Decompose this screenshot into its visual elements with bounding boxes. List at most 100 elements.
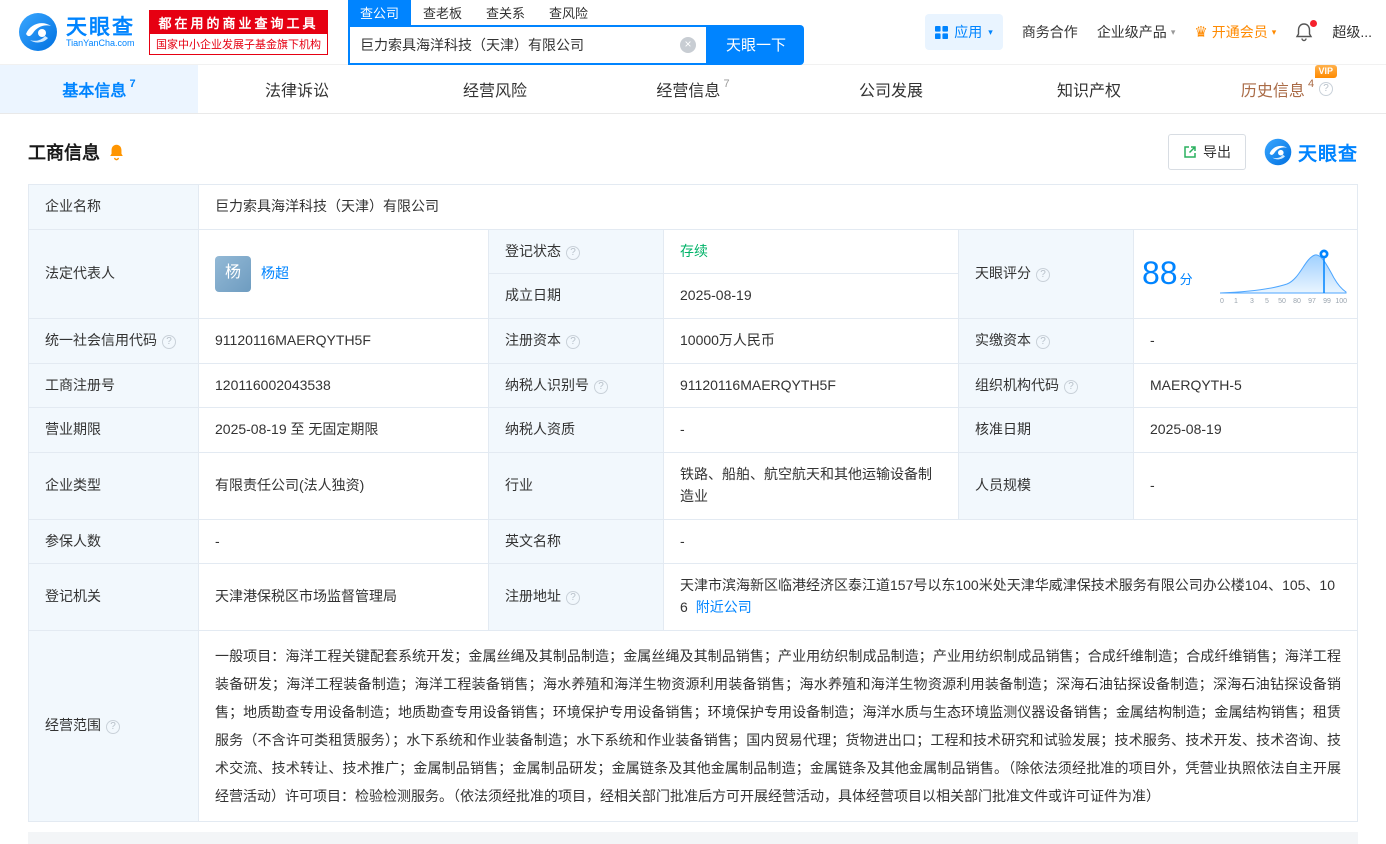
info-icon[interactable]: ? <box>566 245 580 260</box>
chevron-down-icon: ▾ <box>988 26 993 37</box>
info-icon[interactable]: ? <box>594 379 608 394</box>
svg-text:80: 80 <box>1293 298 1301 305</box>
tab-operation-info[interactable]: 经营信息 7 <box>594 65 792 113</box>
tab-label: 基本信息 <box>62 83 127 100</box>
svg-text:5: 5 <box>1265 298 1269 305</box>
search-box: × <box>348 24 708 65</box>
promo-line-1: 都在用的商业查询工具 <box>150 10 327 34</box>
search-button[interactable]: 天眼一下 <box>708 24 804 65</box>
reg-status-value: 存续 <box>663 228 959 275</box>
svg-text:97: 97 <box>1308 298 1316 305</box>
export-button-label: 导出 <box>1202 144 1231 160</box>
insured-count-value: - <box>198 518 489 565</box>
tab-history-info[interactable]: 历史信息 4 ? VIP <box>1188 65 1386 113</box>
field-label: 成立日期 <box>488 273 664 320</box>
tab-legal-litigation[interactable]: 法律诉讼 <box>198 65 396 113</box>
legal-rep-link[interactable]: 杨超 <box>261 263 289 285</box>
nearby-companies-link[interactable]: 附近公司 <box>696 599 752 615</box>
field-label: 登记状态? <box>488 228 664 275</box>
search-tabs: 查公司 查老板 查关系 查风险 <box>348 0 804 25</box>
crown-icon: ♛ <box>1194 24 1208 41</box>
field-label: 行业 <box>488 452 664 520</box>
taxpayer-quality-value: - <box>663 407 959 454</box>
taxpayer-id-value: 91120116MAERQYTH5F <box>663 362 959 409</box>
tab-label: 经营信息 <box>656 83 721 100</box>
tab-company-development[interactable]: 公司发展 <box>792 65 990 113</box>
tianyancha-logo[interactable]: 天眼查 TianYanCha.com <box>18 12 135 52</box>
info-icon[interactable]: ? <box>1036 335 1050 350</box>
clear-search-icon[interactable]: × <box>680 36 696 53</box>
notification-bell-icon[interactable] <box>1295 20 1318 42</box>
apps-menu[interactable]: 应用 ▾ <box>925 14 1003 50</box>
menu-business-cooperation[interactable]: 商务合作 <box>1022 22 1078 42</box>
tab-label: 法律诉讼 <box>264 83 329 100</box>
search-tab-relation[interactable]: 查关系 <box>474 0 537 25</box>
table-row: 法定代表人 杨 杨超 登记状态? 存续 天眼评分? 88 分 0 1 3 5 5… <box>28 228 1358 320</box>
menu-open-vip-label: 开通会员 <box>1211 24 1268 40</box>
reg-number-value: 120116002043538 <box>198 362 489 409</box>
tab-label: 知识产权 <box>1056 83 1121 100</box>
promo-banner: 都在用的商业查询工具 国家中小企业发展子基金旗下机构 <box>149 9 328 55</box>
table-row: 企业类型 有限责任公司(法人独资) 行业 铁路、船舶、航空航天和其他运输设备制造… <box>28 452 1358 520</box>
svg-text:100: 100 <box>1335 298 1347 305</box>
search-tab-boss[interactable]: 查老板 <box>411 0 474 25</box>
business-scope-value: 一般项目：海洋工程关键配套系统开发；金属丝绳及其制品制造；金属丝绳及其制品销售；… <box>198 629 1358 822</box>
company-type-value: 有限责任公司(法人独资) <box>198 452 489 520</box>
info-icon[interactable]: ? <box>566 591 580 606</box>
watermark-text: 天眼查 <box>1297 143 1358 165</box>
est-date-value: 2025-08-19 <box>663 273 959 320</box>
info-icon[interactable]: ? <box>162 335 176 350</box>
svg-text:3: 3 <box>1250 298 1254 305</box>
staff-size-value: - <box>1133 452 1358 520</box>
promo-line-2: 国家中小企业发展子基金旗下机构 <box>156 38 321 51</box>
field-label: 企业名称 <box>28 184 199 230</box>
tab-operation-risk[interactable]: 经营风险 <box>396 65 594 113</box>
menu-enterprise-products[interactable]: 企业级产品 ▾ <box>1097 22 1176 42</box>
field-label: 登记机关 <box>28 563 199 631</box>
logo-title: 天眼查 <box>66 15 135 39</box>
field-label: 经营范围? <box>28 629 199 822</box>
tab-label: 历史信息 <box>1240 83 1305 100</box>
table-row: 营业期限 2025-08-19 至 无固定期限 纳税人资质 - 核准日期 202… <box>28 407 1358 454</box>
table-row: 统一社会信用代码? 91120116MAERQYTH5F 注册资本? 10000… <box>28 318 1358 364</box>
tianyancha-logo-icon <box>19 13 57 51</box>
approval-date-value: 2025-08-19 <box>1133 407 1358 454</box>
score-value-cell: 88 分 0 1 3 5 50 80 97 99 100 <box>1133 228 1358 320</box>
apps-grid-icon <box>935 25 949 39</box>
notification-dot <box>1310 20 1318 27</box>
info-icon[interactable]: ? <box>566 335 580 350</box>
reg-authority-value: 天津港保税区市场监督管理局 <box>198 563 489 631</box>
industry-value: 铁路、船舶、航空航天和其他运输设备制造业 <box>663 452 959 520</box>
export-icon <box>1184 146 1196 158</box>
subscribe-bell-icon[interactable] <box>108 143 125 161</box>
info-icon[interactable]: ? <box>1064 379 1078 394</box>
legal-rep-value: 杨 杨超 <box>198 228 489 320</box>
search-tab-risk[interactable]: 查风险 <box>537 0 600 25</box>
table-row: 企业名称 巨力索具海洋科技（天津）有限公司 <box>28 184 1358 230</box>
reg-capital-value: 10000万人民币 <box>663 318 959 364</box>
field-label: 统一社会信用代码? <box>28 318 199 364</box>
paid-capital-value: - <box>1133 318 1358 364</box>
export-button[interactable]: 导出 <box>1167 134 1246 170</box>
info-icon[interactable]: ? <box>106 719 120 734</box>
score-value: 88 分 <box>1142 255 1193 292</box>
tab-count: 4 <box>1307 78 1315 90</box>
menu-open-vip[interactable]: ♛ 开通会员 ▾ <box>1194 22 1276 42</box>
search-tab-company[interactable]: 查公司 <box>348 0 412 25</box>
tab-intellectual-property[interactable]: 知识产权 <box>990 65 1188 113</box>
info-icon[interactable]: ? <box>1319 82 1334 96</box>
field-label: 天眼评分? <box>958 228 1134 320</box>
page-bottom-strip <box>28 831 1358 844</box>
search-input[interactable] <box>360 36 680 53</box>
main-content: 工商信息 导出 天眼查 企业名称 巨力索具海洋科技（天津）有限公司 法定代表人 … <box>0 114 1386 844</box>
info-icon[interactable]: ? <box>1036 268 1050 283</box>
field-label: 人员规模 <box>958 452 1134 520</box>
field-label: 纳税人识别号? <box>488 362 664 409</box>
tianyancha-watermark: 天眼查 <box>1264 138 1358 166</box>
field-label: 纳税人资质 <box>488 407 664 454</box>
svg-text:99: 99 <box>1323 298 1331 305</box>
legal-rep-avatar[interactable]: 杨 <box>215 255 251 292</box>
tab-basic-info[interactable]: 基本信息 7 <box>0 65 198 113</box>
menu-super-vip-label: 超级... <box>1332 24 1372 40</box>
menu-super-vip[interactable]: 超级... <box>1332 22 1372 42</box>
